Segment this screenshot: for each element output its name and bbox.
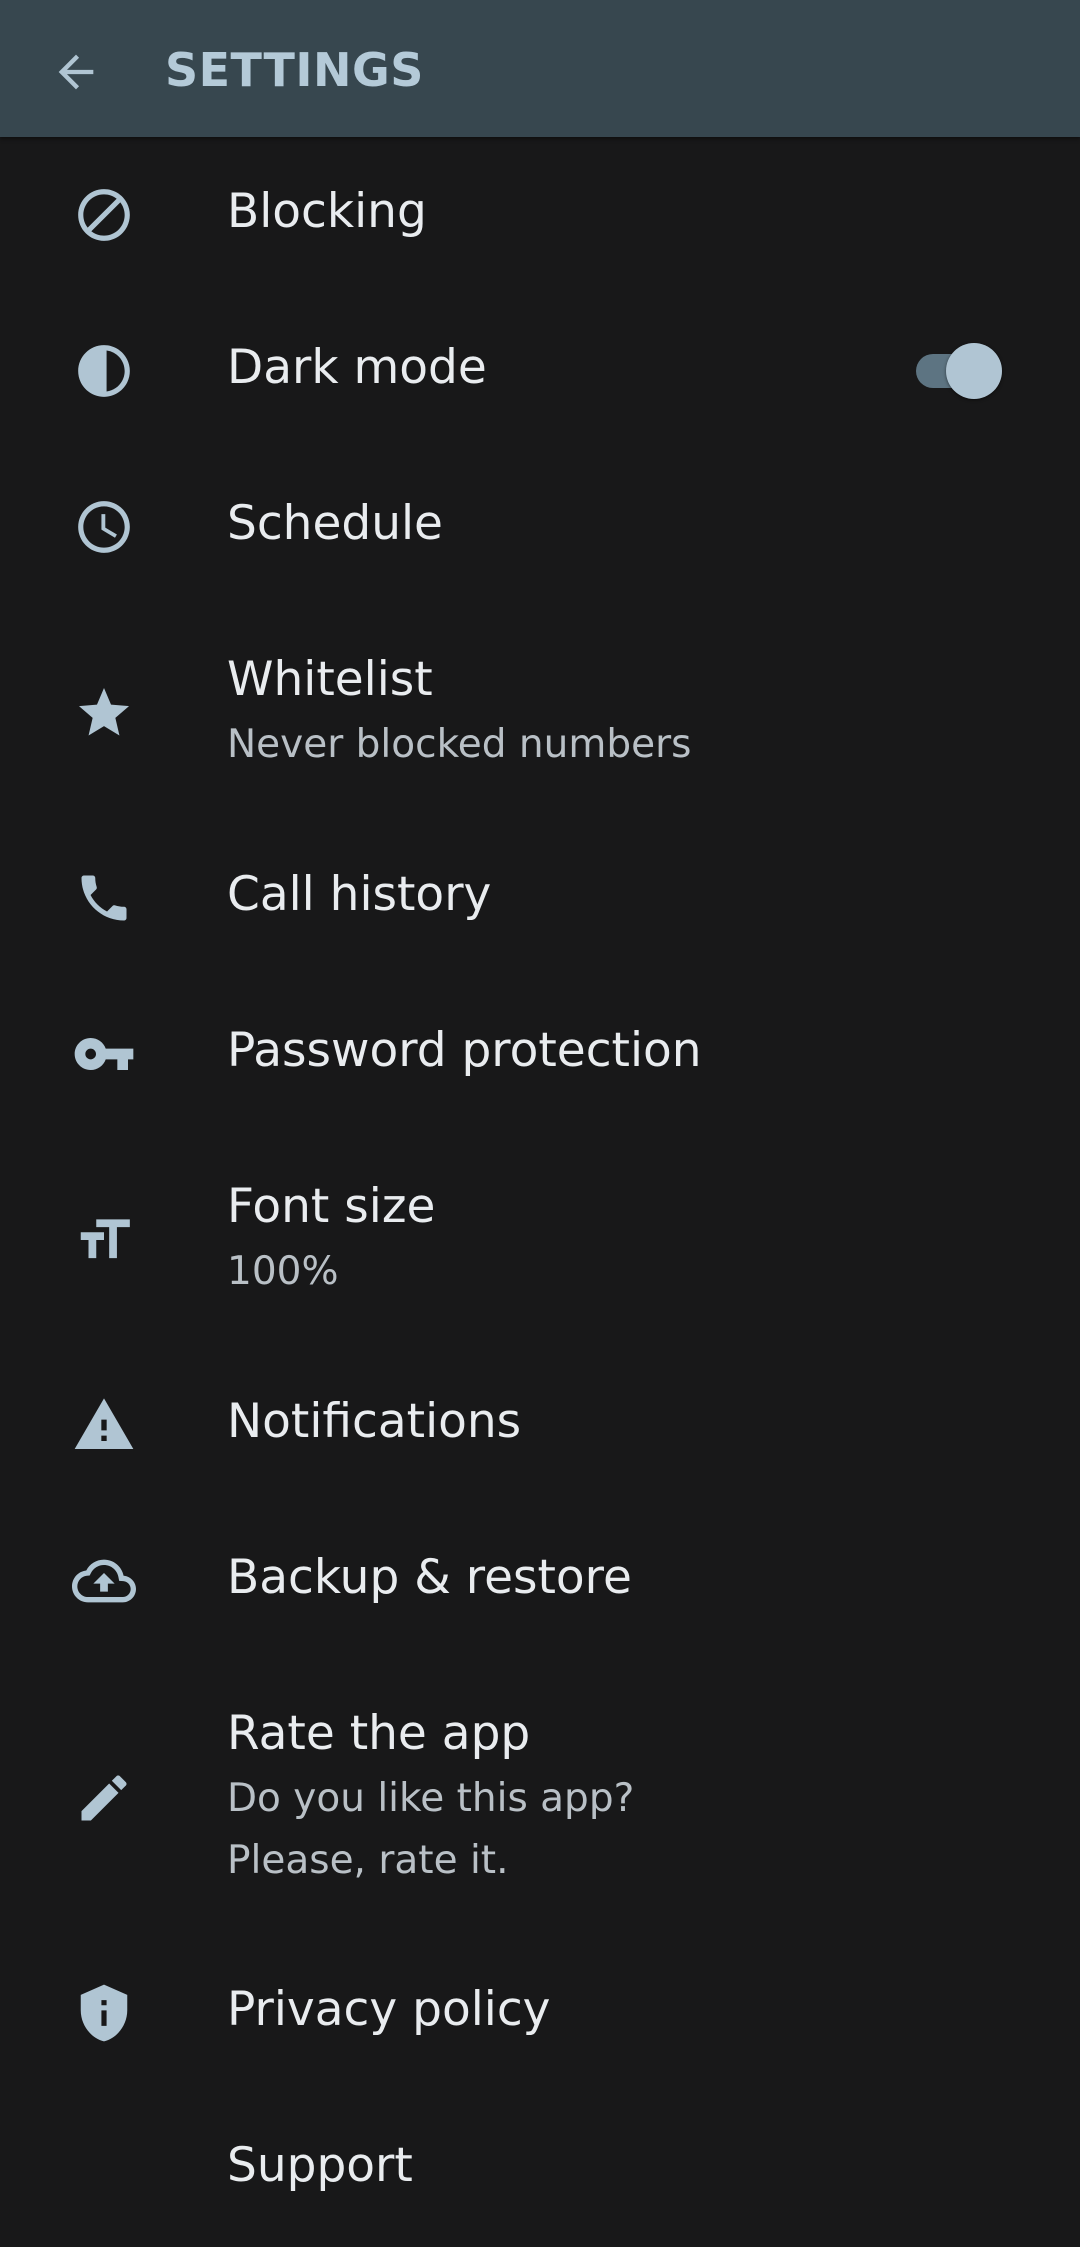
dark-mode-toggle[interactable] xyxy=(908,336,1002,399)
warning-icon xyxy=(72,1393,136,1457)
setting-schedule[interactable]: Schedule xyxy=(0,449,1080,605)
setting-privacy-policy[interactable]: Privacy policy xyxy=(0,1935,1080,2091)
star-icon xyxy=(72,681,136,745)
setting-title: Dark mode xyxy=(227,340,487,395)
block-icon xyxy=(72,183,136,247)
back-button[interactable] xyxy=(40,36,112,108)
setting-title: Backup & restore xyxy=(227,1550,632,1605)
setting-title: Rate the app xyxy=(227,1706,531,1761)
setting-title: Password protection xyxy=(227,1023,702,1078)
setting-notifications[interactable]: Notifications xyxy=(0,1347,1080,1503)
setting-dark-mode[interactable]: Dark mode xyxy=(0,293,1080,449)
toggle-thumb xyxy=(946,343,1002,399)
phone-icon xyxy=(72,866,136,930)
setting-title: Call history xyxy=(227,867,492,922)
setting-title: Blocking xyxy=(227,184,427,239)
setting-title: Support xyxy=(227,2138,413,2193)
setting-backup-restore[interactable]: Backup & restore xyxy=(0,1503,1080,1659)
app-bar: SETTINGS xyxy=(0,0,1080,137)
pencil-icon xyxy=(72,1766,136,1830)
setting-summary: Do you like this app? xyxy=(227,1776,635,1821)
shield-icon xyxy=(72,1981,136,2045)
arrow-back-icon xyxy=(50,46,102,98)
setting-call-history[interactable]: Call history xyxy=(0,820,1080,976)
setting-title: Notifications xyxy=(227,1394,522,1449)
setting-support[interactable]: Support xyxy=(0,2091,1080,2247)
setting-summary: Never blocked numbers xyxy=(227,722,692,767)
setting-font-size[interactable]: Font size 100% xyxy=(0,1132,1080,1347)
setting-whitelist[interactable]: Whitelist Never blocked numbers xyxy=(0,605,1080,820)
setting-title: Font size xyxy=(227,1179,436,1234)
setting-title: Privacy policy xyxy=(227,1982,551,2037)
setting-password-protection[interactable]: Password protection xyxy=(0,976,1080,1132)
setting-title: Whitelist xyxy=(227,652,433,707)
setting-rate-the-app[interactable]: Rate the app Do you like this app? Pleas… xyxy=(0,1659,1080,1935)
clock-icon xyxy=(72,495,136,559)
contrast-icon xyxy=(72,339,136,403)
setting-summary: 100% xyxy=(227,1249,339,1294)
page-title: SETTINGS xyxy=(165,43,424,97)
key-icon xyxy=(72,1022,136,1086)
text-size-icon xyxy=(72,1208,136,1272)
cloud-upload-icon xyxy=(72,1549,136,1613)
setting-title: Schedule xyxy=(227,496,443,551)
setting-summary-line2: Please, rate it. xyxy=(227,1838,509,1883)
setting-blocking[interactable]: Blocking xyxy=(0,137,1080,293)
